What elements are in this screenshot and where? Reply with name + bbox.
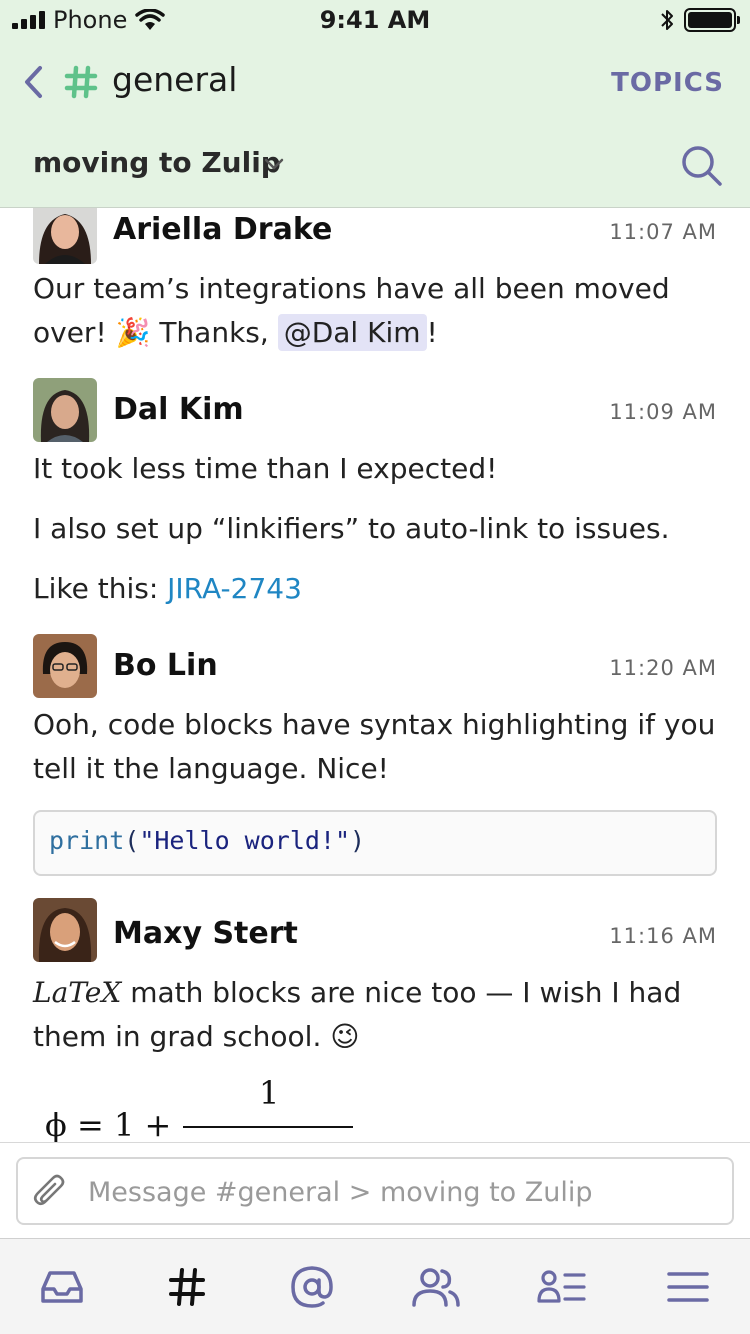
message-time: 11:20 AM: [609, 656, 717, 680]
tab-bar: [0, 1238, 750, 1334]
message-text: tell it the language. Nice!: [33, 752, 389, 785]
tab-people[interactable]: [410, 1263, 462, 1311]
stream-hash-icon: [64, 65, 98, 99]
battery-icon: [684, 8, 740, 32]
tab-mentions[interactable]: [286, 1263, 338, 1311]
tab-streams[interactable]: [161, 1263, 213, 1311]
avatar[interactable]: [33, 378, 97, 442]
message-text: math blocks are nice too — I wish I had: [121, 976, 682, 1009]
compose-bar: [0, 1142, 750, 1238]
topic-title[interactable]: moving to Zulip: [33, 146, 281, 179]
avatar[interactable]: [33, 634, 97, 698]
tab-menu[interactable]: [662, 1263, 714, 1311]
narrow-header: general TOPICS moving to Zulip: [0, 40, 750, 208]
code-paren: ): [350, 826, 366, 855]
code-paren: (: [124, 826, 140, 855]
profile-icon: [537, 1270, 586, 1303]
math-numerator: 1: [259, 1074, 280, 1112]
message-text: Ooh, code blocks have syntax highlightin…: [33, 708, 716, 741]
message-input[interactable]: [88, 1169, 718, 1215]
sender-name[interactable]: Bo Lin: [113, 648, 218, 683]
message[interactable]: Dal Kim 11:09 AM It took less time than …: [33, 378, 723, 618]
streams-icon: [169, 1268, 205, 1306]
message-text: It took less time than I expected!: [33, 452, 498, 485]
sender-name[interactable]: Maxy Stert: [113, 916, 298, 951]
mentions-icon: [291, 1266, 333, 1308]
avatar[interactable]: [33, 208, 97, 264]
message-time: 11:16 AM: [609, 924, 717, 948]
math-lhs: ϕ = 1 +: [45, 1106, 172, 1142]
message-text: Like this:: [33, 572, 168, 605]
code-string: "Hello world!": [139, 826, 351, 855]
message-text-line: LaTeX math blocks are nice too — I wish …: [33, 976, 681, 1009]
tab-profile[interactable]: [536, 1263, 588, 1311]
message-text-line: Like this: JIRA-2743: [33, 572, 302, 605]
status-time: 9:41 AM: [319, 6, 431, 34]
latex-logo: LaTeX: [33, 976, 122, 1009]
status-right: [660, 8, 740, 32]
people-icon: [412, 1268, 460, 1307]
sender-name[interactable]: Dal Kim: [113, 392, 244, 427]
sender-name[interactable]: Ariella Drake: [113, 212, 332, 247]
avatar[interactable]: [33, 898, 97, 962]
message[interactable]: Ariella Drake 11:07 AM Our team’s integr…: [33, 208, 723, 358]
message-list[interactable]: Ariella Drake 11:07 AM Our team’s integr…: [0, 208, 750, 1142]
topics-button[interactable]: TOPICS: [611, 68, 724, 98]
message-time: 11:09 AM: [609, 400, 717, 424]
message-text-line: over! 🎉 Thanks, @Dal Kim!: [33, 314, 438, 351]
code-function: print: [49, 826, 125, 855]
tab-inbox[interactable]: [36, 1263, 88, 1311]
code-block[interactable]: print("Hello world!"): [33, 810, 717, 876]
message[interactable]: Bo Lin 11:20 AM Ooh, code blocks have sy…: [33, 634, 723, 884]
chevron-down-icon[interactable]: [262, 152, 286, 176]
message-text: Our team’s integrations have all been mo…: [33, 272, 670, 305]
message-text: !: [426, 316, 438, 349]
compose-box[interactable]: [16, 1157, 734, 1225]
message[interactable]: Maxy Stert 11:16 AM LaTeX math blocks ar…: [33, 898, 723, 1142]
paperclip-icon[interactable]: [32, 1173, 68, 1211]
issue-link[interactable]: JIRA-2743: [167, 572, 302, 605]
back-arrow-icon[interactable]: [20, 62, 46, 102]
message-text: them in grad school. 😉: [33, 1020, 360, 1053]
message-text: over! 🎉 Thanks,: [33, 316, 278, 349]
bluetooth-icon: [661, 10, 673, 30]
status-bar: Phone 9:41 AM: [0, 0, 750, 40]
search-icon[interactable]: [680, 144, 724, 188]
fraction-bar: [183, 1126, 353, 1128]
stream-name[interactable]: general: [112, 60, 237, 99]
message-time: 11:07 AM: [609, 220, 717, 244]
user-mention[interactable]: @Dal Kim: [277, 314, 427, 351]
menu-icon: [667, 1272, 709, 1302]
message-text: I also set up “linkifiers” to auto-link …: [33, 512, 670, 545]
inbox-icon: [41, 1271, 83, 1303]
